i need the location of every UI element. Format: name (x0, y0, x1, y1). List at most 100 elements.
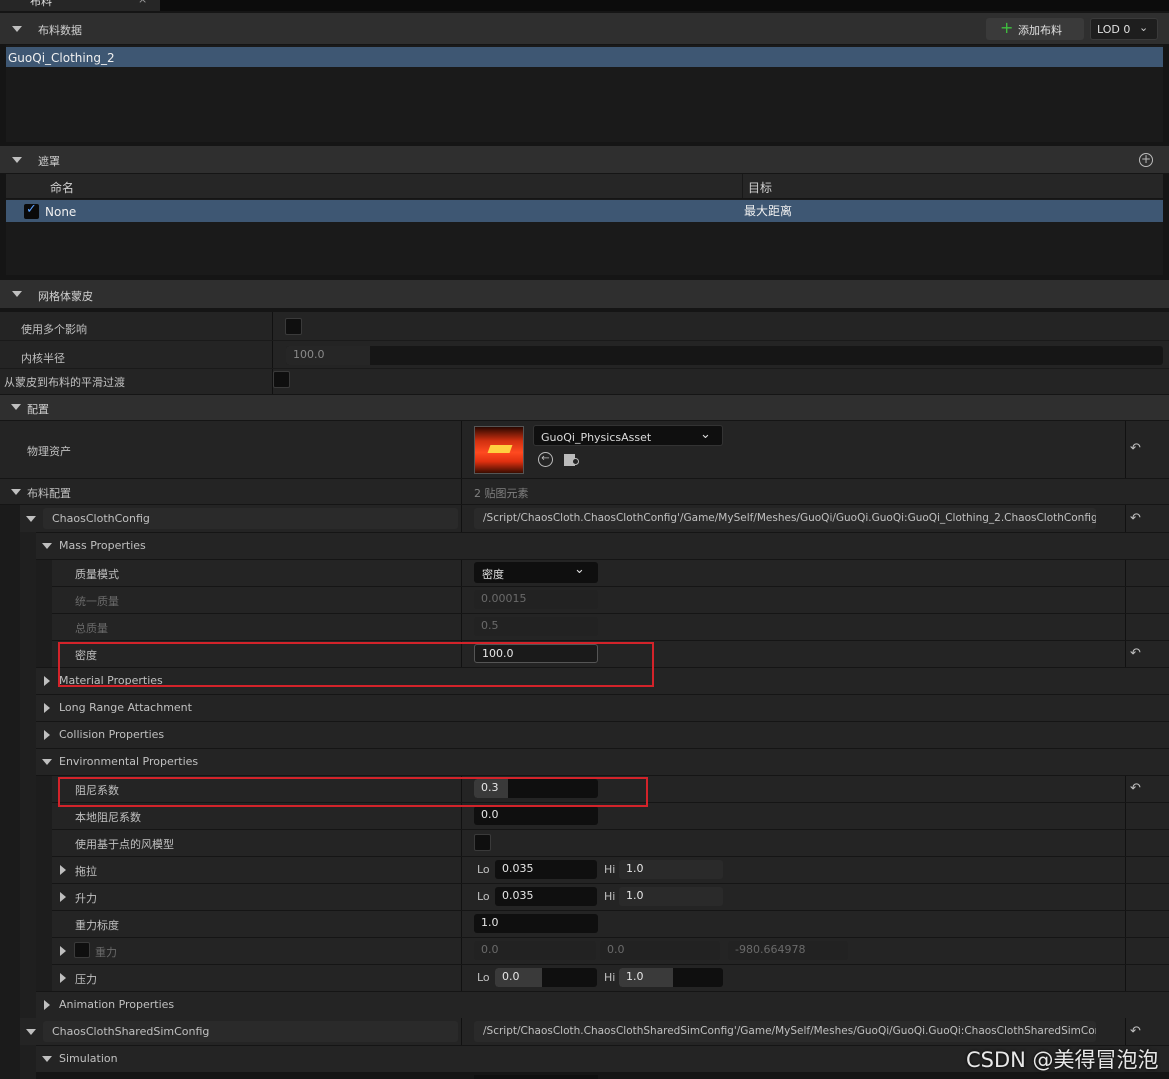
chaos-cloth-config-row[interactable]: ChaosClothConfig /Script/ChaosCloth.Chao… (20, 505, 1169, 532)
gravity-row: 重力 0.0 0.0 -980.664978 (52, 938, 1169, 964)
drag-hi-field[interactable]: 1.0 (619, 860, 723, 879)
mask-enabled-checkbox[interactable]: ✓ (24, 202, 39, 219)
masks-table-header: 命名 目标 (6, 174, 1163, 198)
expand-arrow-icon (44, 730, 50, 740)
uniform-mass-row: 统一质量 0.00015 (52, 587, 1169, 613)
use-selected-icon[interactable]: ← (538, 452, 553, 467)
cloth-list: GuoQi_Clothing_2 (6, 45, 1163, 142)
multi-influence-checkbox[interactable] (285, 318, 302, 335)
mass-mode-dropdown[interactable]: 密度 ⌄ (474, 562, 598, 583)
expand-arrow-icon (44, 1000, 50, 1010)
check-icon: ✓ (26, 202, 37, 217)
kernel-radius-field[interactable]: 100.0 (286, 346, 1163, 365)
density-row: 密度 100.0 ↶ (52, 641, 1169, 667)
indent-gutter (36, 560, 52, 667)
indent-gutter (36, 776, 52, 991)
collapse-arrow-icon (42, 759, 52, 765)
total-mass-row: 总质量 0.5 (52, 614, 1169, 640)
close-icon[interactable]: × (138, 0, 147, 6)
list-item[interactable]: GuoQi_Clothing_2 (6, 47, 1163, 67)
gravity-x-field: 0.0 (474, 941, 596, 960)
config-path-field: /Script/ChaosCloth.ChaosClothConfig'/Gam… (474, 508, 1096, 529)
gravity-y-field: 0.0 (600, 941, 720, 960)
expand-arrow-icon (44, 676, 50, 686)
mass-properties-header[interactable]: Mass Properties (36, 533, 1169, 559)
collapse-arrow-icon (42, 1056, 52, 1062)
config-name-field[interactable]: ChaosClothSharedSimConfig (43, 1021, 458, 1042)
lod-dropdown[interactable]: LOD 0 ⌄ (1090, 18, 1158, 40)
config-name-field[interactable]: ChaosClothConfig (43, 508, 458, 529)
expand-arrow-icon[interactable] (60, 973, 66, 983)
drag-lo-field[interactable]: 0.035 (495, 860, 597, 879)
chevron-down-icon: ⌄ (574, 562, 585, 577)
add-cloth-button[interactable]: + 添加布料 (986, 18, 1084, 40)
physics-asset-dropdown[interactable]: GuoQi_PhysicsAsset ⌄ (533, 425, 723, 446)
add-mask-icon[interactable]: + (1139, 153, 1153, 167)
pressure-hi-field[interactable]: 1.0 (619, 968, 723, 987)
expand-arrow-icon (44, 703, 50, 713)
collapse-arrow-icon (11, 489, 21, 495)
cloth-config-row[interactable]: 布料配置 2 贴图元素 (0, 479, 1169, 504)
masks-header[interactable]: 遮罩 + (0, 146, 1169, 173)
chevron-down-icon: ⌄ (1139, 21, 1149, 34)
total-mass-field: 0.5 (474, 617, 598, 636)
reset-to-default-icon[interactable]: ↶ (1130, 647, 1144, 660)
collapse-arrow-icon (11, 404, 21, 410)
reset-to-default-icon[interactable]: ↶ (1130, 782, 1144, 795)
indent-gutter (20, 1044, 36, 1079)
collapse-arrow-icon (26, 1029, 36, 1035)
mass-mode-row: 质量模式 密度 ⌄ (52, 560, 1169, 586)
collision-properties-header[interactable]: Collision Properties (36, 722, 1169, 748)
point-wind-row: 使用基于点的风模型 (52, 830, 1169, 856)
environmental-properties-header[interactable]: Environmental Properties (36, 749, 1169, 775)
drag-row: 拖拉 Lo 0.035 Hi 1.0 (52, 857, 1169, 883)
table-row[interactable]: ✓ None 最大距离 (6, 200, 1163, 222)
gravity-override-checkbox[interactable] (74, 942, 90, 958)
reset-to-default-icon[interactable]: ↶ (1130, 1025, 1144, 1038)
tab-cloth[interactable]: 布料 × (0, 0, 160, 11)
smooth-transition-checkbox[interactable] (273, 371, 290, 388)
animation-properties-header[interactable]: Animation Properties (36, 992, 1169, 1018)
masks-table-body: ✓ None 最大距离 (6, 199, 1163, 275)
browse-asset-icon[interactable] (564, 452, 580, 467)
damping-field[interactable]: 0.3 (474, 779, 598, 798)
indent-gutter (0, 505, 20, 1079)
physics-asset-row: 物理资产 GuoQi_PhysicsAsset ⌄ ← ↶ (0, 421, 1169, 478)
skinning-header[interactable]: 网格体蒙皮 (0, 280, 1169, 308)
lift-hi-field[interactable]: 1.0 (619, 887, 723, 906)
plus-icon: + (1000, 18, 1014, 37)
reset-to-default-icon[interactable]: ↶ (1130, 442, 1144, 455)
uniform-mass-field: 0.00015 (474, 590, 598, 609)
chevron-down-icon: ⌄ (700, 427, 711, 442)
material-properties-header[interactable]: Material Properties (36, 668, 1169, 694)
lift-row: 升力 Lo 0.035 Hi 1.0 (52, 884, 1169, 910)
expand-arrow-icon[interactable] (60, 946, 66, 956)
damping-row: 阻尼系数 0.3 ↶ (52, 776, 1169, 802)
gravity-scale-field[interactable]: 1.0 (474, 914, 598, 933)
watermark-text: CSDN @美得冒泡泡 (966, 1048, 1159, 1072)
skinning-body: 使用多个影响 内核半径 100.0 从蒙皮到布料的平滑过渡 (0, 312, 1169, 394)
gravity-z-field: -980.664978 (728, 941, 848, 960)
config-header[interactable]: 配置 (0, 395, 1169, 420)
config-path-field: /Script/ChaosCloth.ChaosClothSharedSimCo… (474, 1021, 1096, 1042)
point-wind-checkbox[interactable] (474, 834, 491, 851)
pressure-lo-field[interactable]: 0.0 (495, 968, 597, 987)
reset-to-default-icon[interactable]: ↶ (1130, 512, 1144, 525)
physics-asset-thumbnail[interactable] (474, 426, 524, 474)
indent-gutter (20, 532, 36, 1018)
collapse-arrow-icon (42, 543, 52, 549)
cloth-data-header[interactable]: 布料数据 + 添加布料 LOD 0 ⌄ (0, 13, 1169, 44)
lift-lo-field[interactable]: 0.035 (495, 887, 597, 906)
pressure-row: 压力 Lo 0.0 Hi 1.0 (52, 965, 1169, 991)
density-field[interactable]: 100.0 (474, 644, 598, 663)
gravity-scale-row: 重力标度 1.0 (52, 911, 1169, 937)
collapse-arrow-icon (12, 291, 22, 297)
shared-sim-config-row[interactable]: ChaosClothSharedSimConfig /Script/ChaosC… (20, 1018, 1169, 1045)
long-range-attachment-header[interactable]: Long Range Attachment (36, 695, 1169, 721)
expand-arrow-icon[interactable] (60, 892, 66, 902)
collapse-arrow-icon (12, 26, 22, 32)
local-damping-row: 本地阻尼系数 0.0 (52, 803, 1169, 829)
collapse-arrow-icon (12, 157, 22, 163)
expand-arrow-icon[interactable] (60, 865, 66, 875)
local-damping-field[interactable]: 0.0 (474, 806, 598, 825)
